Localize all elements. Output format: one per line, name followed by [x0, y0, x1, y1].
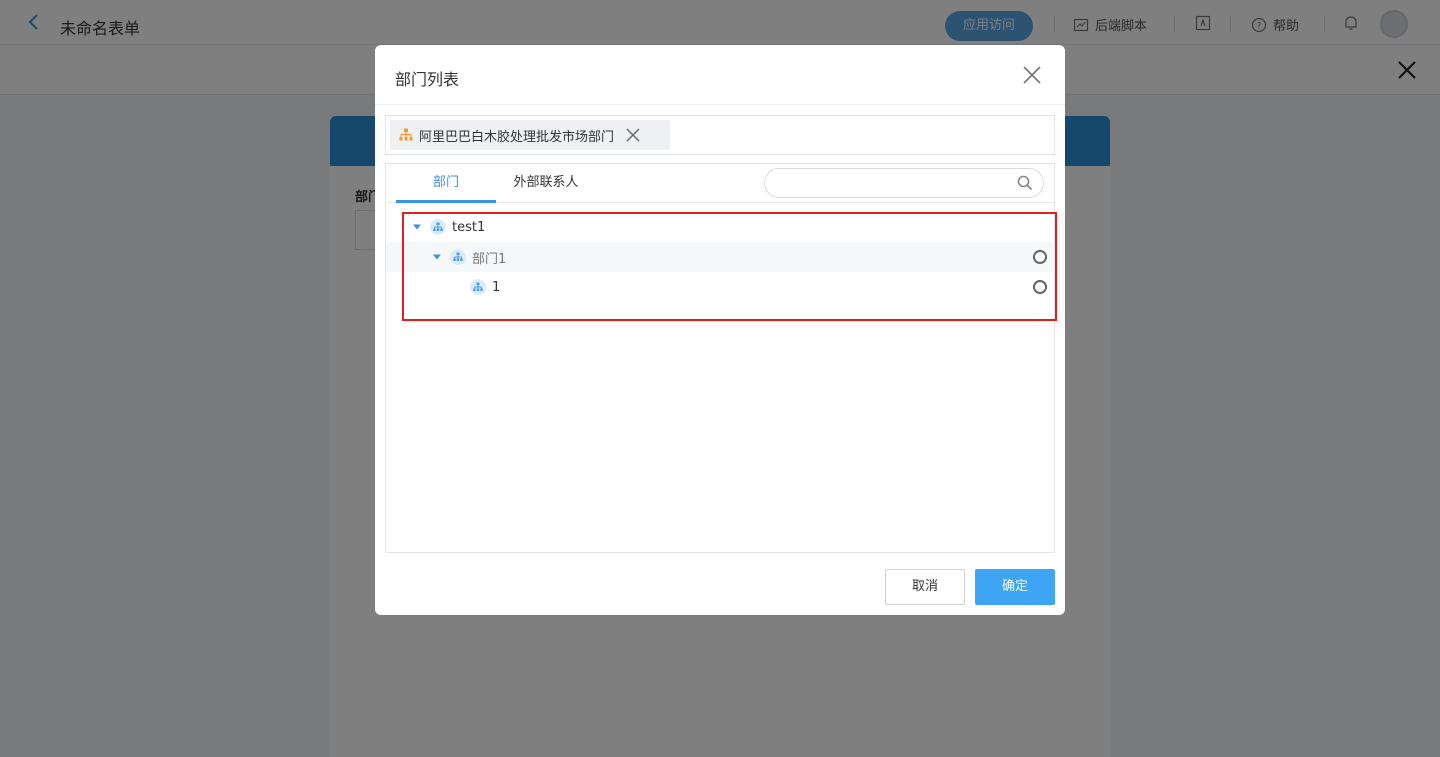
tree-node-dept1[interactable]: 部门1 [386, 242, 1054, 272]
tree-node-label: test1 [452, 219, 486, 235]
search-input[interactable] [764, 168, 1044, 198]
tab-external-contacts[interactable]: 外部联系人 [501, 164, 591, 203]
picker-tabs: 部门 外部联系人 [386, 164, 1054, 203]
dialog-title: 部门列表 [395, 70, 460, 89]
dept-tree: test1 部门1 1 [386, 212, 1054, 302]
tree-node-label: 1 [492, 279, 501, 295]
tree-node-1[interactable]: 1 [386, 272, 1054, 302]
tab-department[interactable]: 部门 [396, 164, 496, 203]
caret-down-icon[interactable] [432, 252, 442, 262]
org-icon [430, 219, 446, 235]
caret-down-icon[interactable] [412, 222, 422, 232]
selected-chip: 阿里巴巴白木胶处理批发市场部门 [390, 120, 670, 150]
dept-list-dialog: 部门列表 阿里巴巴白木胶处理批发市场部门 部门 外部联系人 test1 部门1 … [375, 45, 1065, 615]
selected-chip-label: 阿里巴巴白木胶处理批发市场部门 [419, 129, 615, 145]
org-icon [450, 249, 466, 265]
dept-picker: 部门 外部联系人 test1 部门1 1 [385, 163, 1055, 553]
cancel-button[interactable]: 取消 [885, 569, 965, 605]
org-icon [399, 128, 413, 141]
selected-items-box: 阿里巴巴白木胶处理批发市场部门 [385, 115, 1055, 155]
tree-node-test1[interactable]: test1 [386, 212, 1054, 242]
dialog-header: 部门列表 [375, 45, 1065, 105]
remove-chip-icon[interactable] [625, 127, 641, 143]
close-icon[interactable] [1021, 64, 1043, 86]
tree-node-label: 部门1 [472, 251, 507, 267]
radio-icon[interactable] [1033, 280, 1047, 294]
radio-icon[interactable] [1033, 250, 1047, 264]
org-icon [470, 279, 486, 295]
search-icon[interactable] [1017, 175, 1033, 191]
confirm-button[interactable]: 确定 [975, 569, 1055, 605]
